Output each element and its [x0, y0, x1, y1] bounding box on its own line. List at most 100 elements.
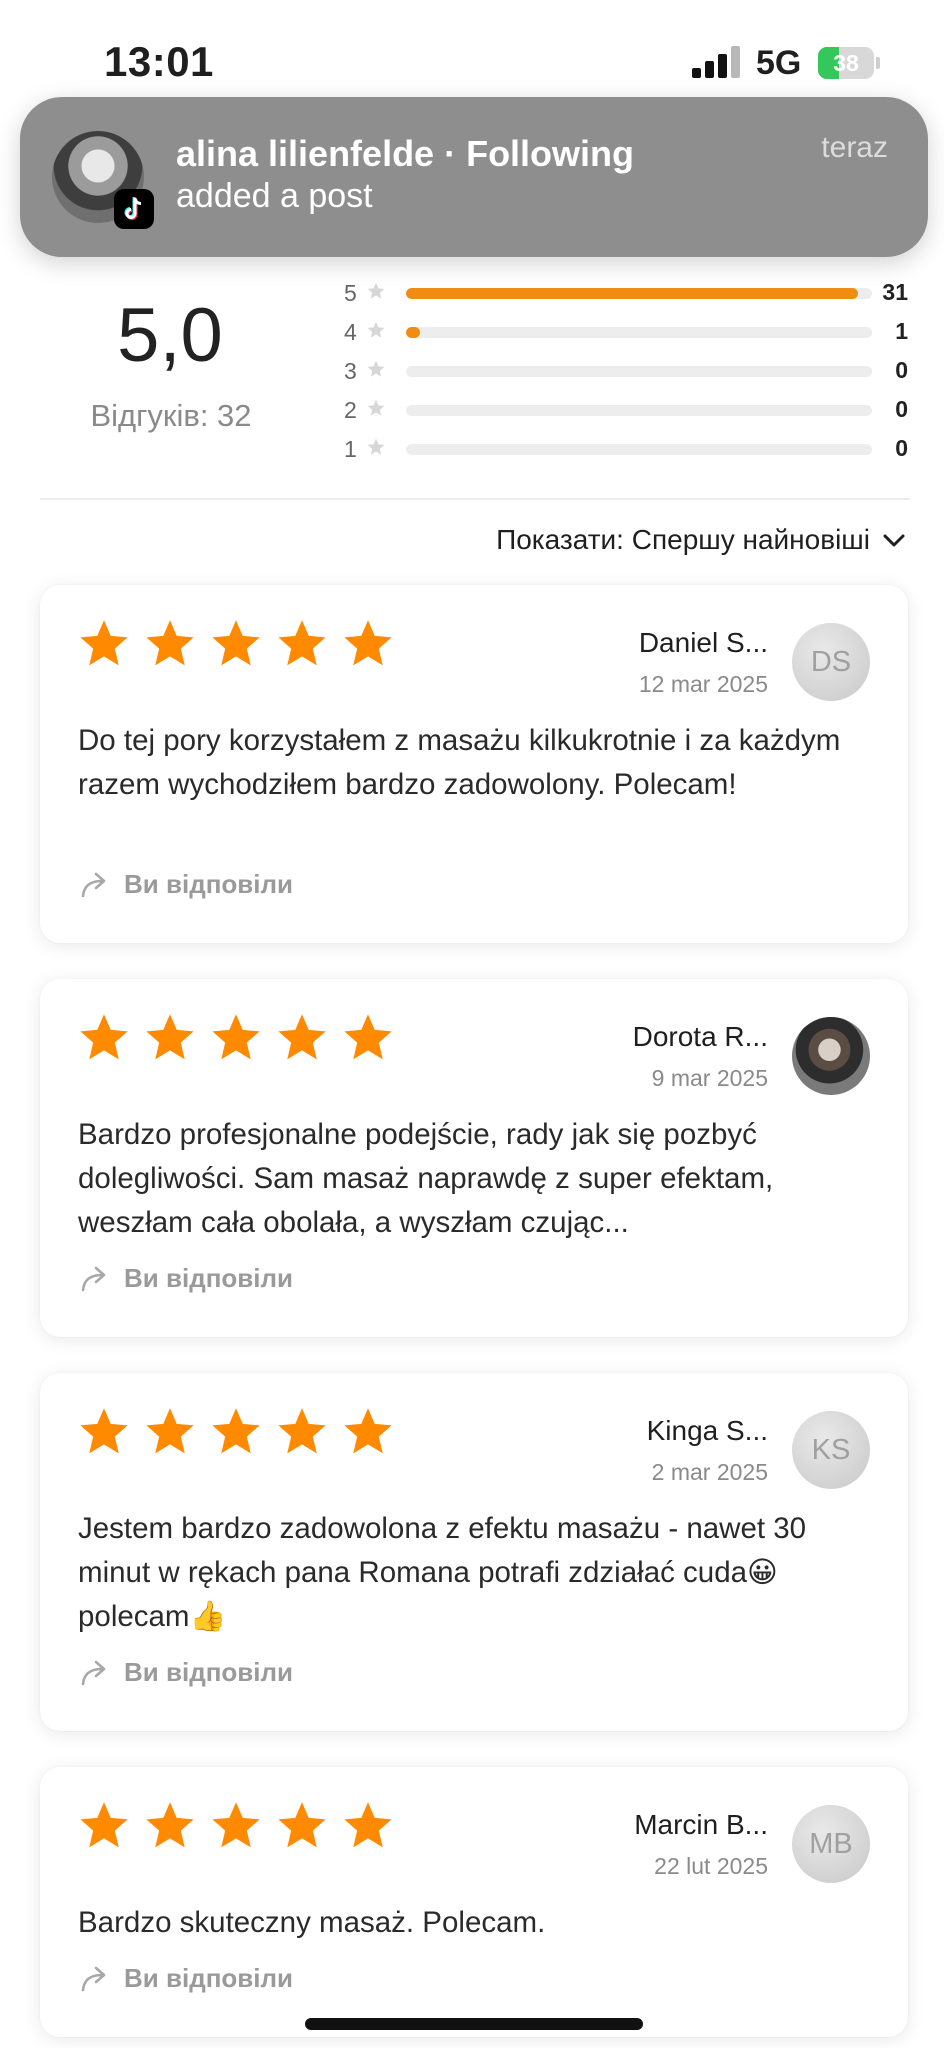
star-icon: [278, 620, 326, 666]
review-text: Do tej pory korzystałem z masażu kilkukr…: [78, 724, 841, 801]
reply-indicator[interactable]: Ви відповіли: [80, 869, 293, 900]
cellular-signal-icon: [692, 46, 740, 78]
reply-label: Ви відповіли: [124, 1963, 293, 1993]
star-icon: [212, 1408, 260, 1454]
reply-arrow-icon: [81, 1266, 106, 1291]
tiktok-app-icon: [114, 189, 154, 229]
battery-percent: 38: [833, 50, 859, 76]
star-icon: [146, 620, 194, 666]
star-icon: [344, 1014, 392, 1060]
review-date: 12 mar 2025: [638, 671, 768, 697]
rating-bar-row: 41: [344, 313, 914, 351]
rating-bar-track: [406, 327, 872, 338]
rating-bar-track: [406, 288, 872, 299]
star-icon: [212, 620, 260, 666]
notification-title: alina lilienfelde · Following: [176, 133, 635, 174]
reviewer-avatar: [792, 1017, 870, 1095]
star-icon: [146, 1014, 194, 1060]
rating-bar-star-count: 1: [344, 436, 357, 462]
reply-label: Ви відповіли: [124, 1263, 293, 1293]
rating-stars: [78, 1405, 394, 1457]
review-card: Marcin B... 22 lut 2025 MB Bardzo skutec…: [40, 1767, 908, 2037]
divider: [40, 498, 910, 500]
chevron-down-icon: [883, 534, 905, 547]
rating-bar-count: 1: [895, 318, 908, 344]
reviewer-info: Marcin B... 22 lut 2025: [634, 1809, 768, 1880]
star-icon: [80, 620, 128, 666]
reviewer-info: Dorota R... 9 mar 2025: [633, 1021, 768, 1092]
rating-bar-fill: [406, 288, 859, 299]
star-icon: [367, 360, 385, 377]
rating-stars: [78, 1011, 394, 1063]
rating-bar-star-count: 5: [344, 280, 357, 306]
star-icon: [80, 1802, 128, 1848]
reply-label: Ви відповіли: [124, 869, 293, 899]
sort-label: Показати: Спершу найновіші: [496, 524, 870, 555]
reviewer-name: Daniel S...: [638, 627, 768, 658]
reply-arrow-icon: [81, 872, 106, 897]
star-icon: [367, 282, 385, 299]
notification-banner[interactable]: alina lilienfelde · Following added a po…: [20, 97, 928, 257]
rating-bar-row: 10: [344, 430, 914, 468]
network-type: 5G: [756, 44, 802, 82]
review-text: Bardzo profesjonalne podejście, rady jak…: [78, 1118, 774, 1239]
rating-bar-row: 5 31: [344, 274, 914, 312]
reply-indicator[interactable]: Ви відповіли: [80, 1263, 293, 1294]
reply-indicator[interactable]: Ви відповіли: [80, 1963, 293, 1994]
rating-bar-star-count: 3: [344, 358, 357, 384]
star-icon: [212, 1014, 260, 1060]
status-time: 13:01: [104, 38, 214, 85]
notification-time: teraz: [821, 131, 888, 164]
star-icon: [367, 399, 385, 416]
rating-bar-count: 31: [882, 279, 908, 305]
reviewer-info: Kinga S... 2 mar 2025: [647, 1415, 768, 1486]
review-date: 22 lut 2025: [654, 1853, 768, 1879]
star-icon: [367, 321, 385, 338]
reviewer-avatar: KS: [792, 1411, 870, 1489]
reviewer-name: Kinga S...: [646, 1415, 768, 1446]
rating-bar-row: 20: [344, 391, 914, 429]
review-card: Kinga S... 2 mar 2025 KS Jestem bardzo z…: [40, 1373, 908, 1731]
rating-bar-star-count: 2: [344, 397, 357, 423]
reviewer-name: Dorota R...: [632, 1021, 768, 1052]
rating-bar-row: 30: [344, 352, 914, 390]
review-card: Dorota R... 9 mar 2025 Bardzo profesjona…: [40, 979, 908, 1337]
star-icon: [367, 438, 385, 455]
review-date: 2 mar 2025: [651, 1459, 768, 1485]
star-icon: [212, 1802, 260, 1848]
review-date: 9 mar 2025: [651, 1065, 768, 1091]
rating-bar-count: 0: [895, 357, 908, 383]
rating-bar-track: [406, 405, 872, 416]
rating-bar-star-count: 4: [344, 319, 357, 345]
home-indicator[interactable]: [305, 2018, 643, 2030]
rating-bar-fill: [406, 327, 420, 338]
star-icon: [278, 1014, 326, 1060]
review-text: Bardzo skuteczny masaż. Polecam.: [78, 1906, 546, 1939]
star-icon: [278, 1408, 326, 1454]
rating-bar-count: 0: [895, 396, 908, 422]
average-rating: 5,0: [117, 293, 223, 378]
battery-icon: 38: [818, 47, 880, 79]
rating-bar-track: [406, 366, 872, 377]
rating-stars: [78, 1799, 394, 1851]
rating-stars: [78, 617, 394, 669]
star-icon: [344, 1408, 392, 1454]
star-icon: [80, 1014, 128, 1060]
reviewer-avatar: DS: [792, 623, 870, 701]
reviewer-avatar: MB: [792, 1805, 870, 1883]
review-card: Daniel S... 12 mar 2025 DS Do tej pory k…: [40, 585, 908, 943]
star-icon: [80, 1408, 128, 1454]
reply-arrow-icon: [81, 1660, 106, 1685]
rating-bar-track: [406, 444, 872, 455]
reviewer-name: Marcin B...: [634, 1809, 768, 1840]
reply-label: Ви відповіли: [124, 1657, 293, 1687]
sort-dropdown[interactable]: Показати: Спершу найновіші: [496, 524, 908, 556]
star-icon: [146, 1802, 194, 1848]
star-icon: [344, 1802, 392, 1848]
reply-indicator[interactable]: Ви відповіли: [80, 1657, 293, 1688]
notification-body: added a post: [176, 177, 373, 215]
reviewer-info: Daniel S... 12 mar 2025: [639, 627, 768, 698]
rating-bar-count: 0: [895, 435, 908, 461]
review-count: Відгуків: 32: [90, 398, 252, 433]
star-icon: [344, 620, 392, 666]
